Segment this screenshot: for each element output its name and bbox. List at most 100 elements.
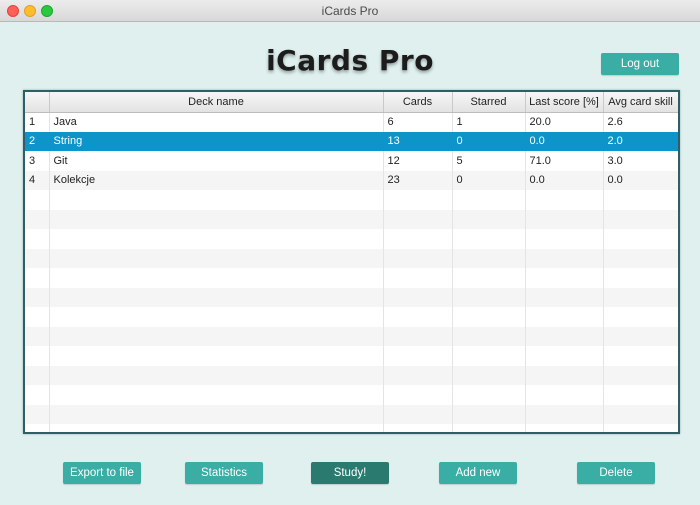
- empty-cell: [603, 365, 678, 385]
- empty-cell: [525, 385, 604, 405]
- empty-cell: [383, 209, 453, 229]
- empty-cell: [452, 404, 526, 424]
- empty-cell: [525, 326, 604, 346]
- cell-cards: 23: [383, 170, 453, 190]
- empty-cell: [452, 385, 526, 405]
- empty-cell: [452, 287, 526, 307]
- empty-row: [25, 248, 678, 268]
- empty-cell: [49, 209, 384, 229]
- cell-starred: 5: [452, 151, 526, 171]
- empty-cell: [25, 365, 50, 385]
- table-row[interactable]: 3 Git 12 5 71.0 3.0: [25, 151, 678, 171]
- app-window: iCards Pro iCards Pro Log out Deck name …: [0, 0, 700, 505]
- table-body: 1 Java 6 1 20.0 2.6 2 String 13 0 0.0 2.0 3 Git 12 5 71.…: [25, 112, 678, 432]
- empty-cell: [452, 346, 526, 366]
- empty-cell: [383, 424, 453, 432]
- empty-cell: [603, 346, 678, 366]
- empty-cell: [383, 229, 453, 249]
- empty-cell: [603, 307, 678, 327]
- table-row[interactable]: 2 String 13 0 0.0 2.0: [25, 131, 678, 151]
- cell-deck-name: Git: [49, 151, 384, 171]
- empty-row: [25, 209, 678, 229]
- empty-cell: [603, 268, 678, 288]
- empty-cell: [603, 287, 678, 307]
- empty-cell: [452, 248, 526, 268]
- empty-row: [25, 404, 678, 424]
- empty-cell: [525, 190, 604, 210]
- empty-cell: [49, 190, 384, 210]
- column-header-starred[interactable]: Starred: [452, 92, 526, 113]
- table-header: Deck name Cards Starred Last score [%] A…: [25, 92, 678, 113]
- empty-row: [25, 229, 678, 249]
- empty-cell: [25, 209, 50, 229]
- empty-cell: [49, 248, 384, 268]
- logout-button[interactable]: Log out: [601, 53, 679, 75]
- empty-cell: [525, 287, 604, 307]
- empty-cell: [452, 326, 526, 346]
- cell-deck-name: Kolekcje: [49, 170, 384, 190]
- empty-cell: [452, 268, 526, 288]
- cell-cards: 12: [383, 151, 453, 171]
- empty-row: [25, 346, 678, 366]
- empty-cell: [49, 346, 384, 366]
- empty-cell: [25, 229, 50, 249]
- empty-row: [25, 326, 678, 346]
- empty-cell: [525, 404, 604, 424]
- cell-avg-card-skill: 2.6: [603, 112, 678, 132]
- empty-cell: [49, 365, 384, 385]
- cell-deck-name: Java: [49, 112, 384, 132]
- empty-cell: [452, 190, 526, 210]
- empty-cell: [25, 190, 50, 210]
- empty-cell: [25, 248, 50, 268]
- empty-cell: [603, 424, 678, 432]
- empty-cell: [25, 287, 50, 307]
- column-header-index[interactable]: [25, 92, 50, 113]
- empty-cell: [603, 326, 678, 346]
- empty-cell: [383, 268, 453, 288]
- cell-last-score: 0.0: [525, 131, 604, 151]
- empty-cell: [25, 346, 50, 366]
- empty-cell: [452, 424, 526, 432]
- empty-cell: [25, 404, 50, 424]
- cell-index: 2: [25, 131, 50, 151]
- empty-cell: [383, 190, 453, 210]
- cell-index: 1: [25, 112, 50, 132]
- empty-row: [25, 307, 678, 327]
- window-title: iCards Pro: [321, 4, 379, 18]
- empty-cell: [49, 268, 384, 288]
- empty-row: [25, 365, 678, 385]
- empty-cell: [49, 229, 384, 249]
- empty-row: [25, 424, 678, 432]
- delete-button[interactable]: Delete: [577, 462, 655, 484]
- cell-last-score: 71.0: [525, 151, 604, 171]
- empty-cell: [525, 229, 604, 249]
- empty-cell: [383, 326, 453, 346]
- add-new-button[interactable]: Add new: [439, 462, 517, 484]
- column-header-avg-card-skill[interactable]: Avg card skill: [603, 92, 678, 113]
- column-header-last-score[interactable]: Last score [%]: [525, 92, 604, 113]
- cell-deck-name: String: [49, 131, 384, 151]
- empty-cell: [25, 385, 50, 405]
- empty-cell: [25, 424, 50, 432]
- empty-cell: [603, 209, 678, 229]
- empty-cell: [383, 385, 453, 405]
- empty-cell: [49, 326, 384, 346]
- empty-cell: [525, 424, 604, 432]
- table-row[interactable]: 1 Java 6 1 20.0 2.6: [25, 112, 678, 132]
- cell-avg-card-skill: 3.0: [603, 151, 678, 171]
- empty-cell: [525, 209, 604, 229]
- table-row[interactable]: 4 Kolekcje 23 0 0.0 0.0: [25, 170, 678, 190]
- column-header-cards[interactable]: Cards: [383, 92, 453, 113]
- column-header-deck-name[interactable]: Deck name: [49, 92, 384, 113]
- empty-cell: [49, 404, 384, 424]
- cell-index: 3: [25, 151, 50, 171]
- decks-table: Deck name Cards Starred Last score [%] A…: [23, 90, 680, 434]
- empty-cell: [49, 307, 384, 327]
- empty-row: [25, 287, 678, 307]
- empty-cell: [383, 346, 453, 366]
- cell-cards: 6: [383, 112, 453, 132]
- export-to-file-button[interactable]: Export to file: [63, 462, 141, 484]
- statistics-button[interactable]: Statistics: [185, 462, 263, 484]
- study-button[interactable]: Study!: [311, 462, 389, 484]
- empty-cell: [452, 307, 526, 327]
